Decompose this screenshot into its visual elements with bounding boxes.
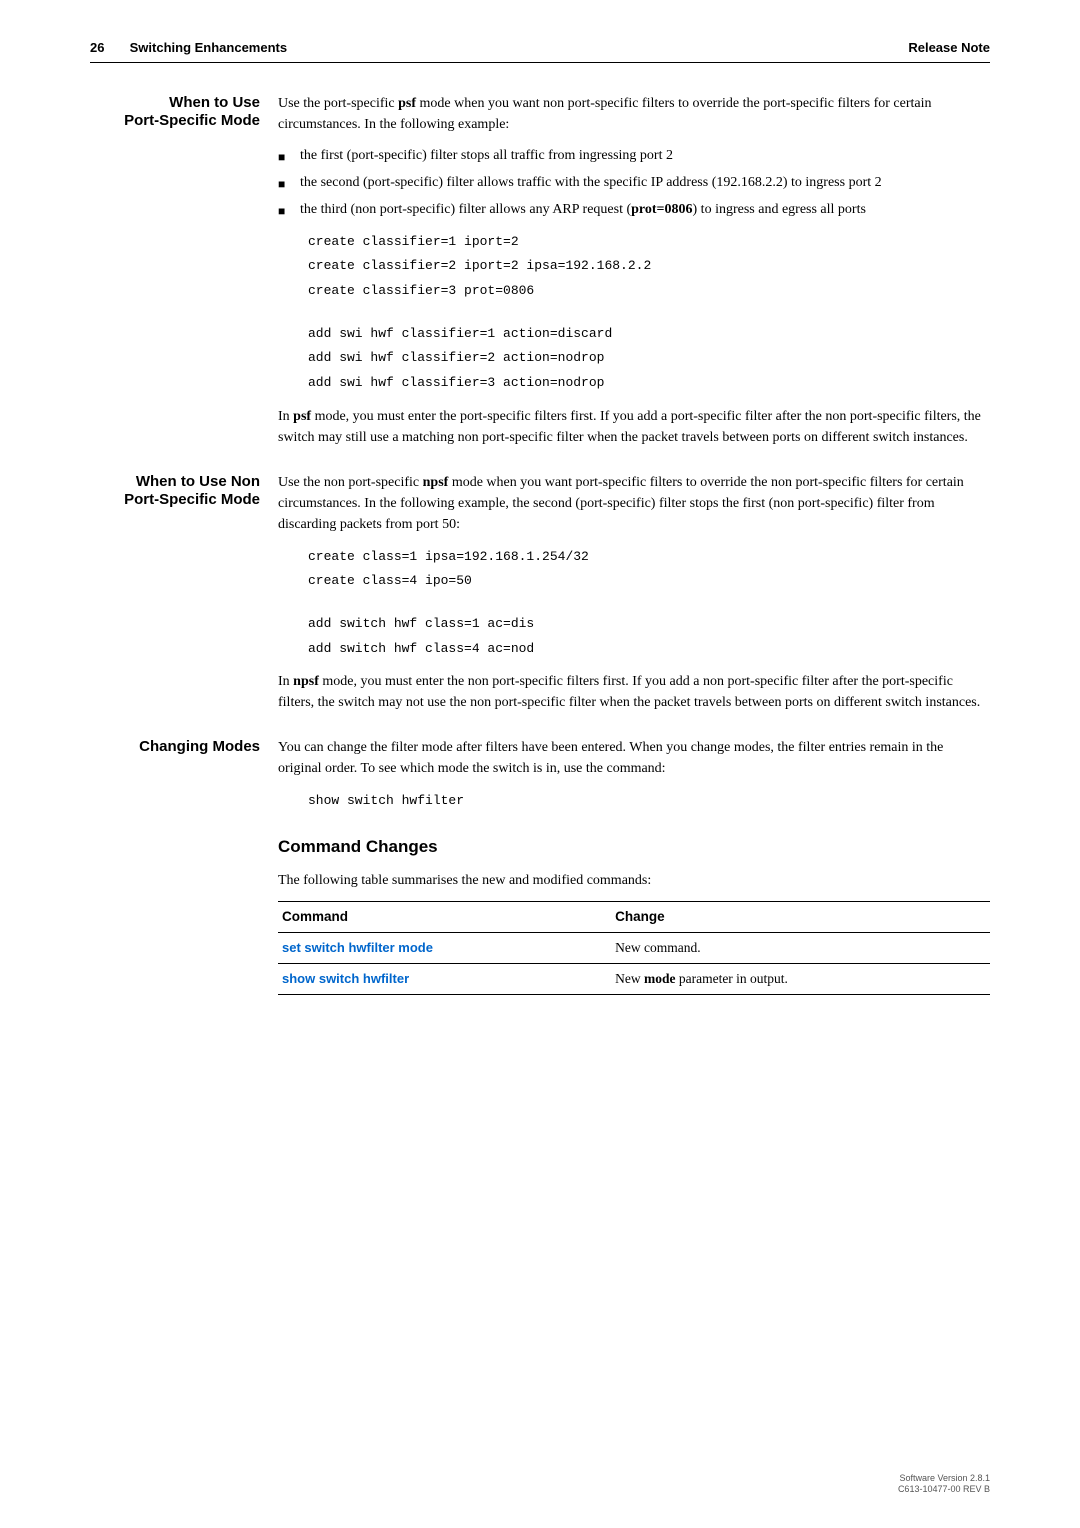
header-left: 26 Switching Enhancements <box>90 38 287 58</box>
footer-version: Software Version 2.8.1 <box>898 1473 990 1485</box>
code-block: create classifier=1 iport=2 create class… <box>308 230 990 396</box>
list-item: ■ the third (non port-specific) filter a… <box>278 199 990 220</box>
side-label: When to Use Port-Specific Mode <box>90 93 278 458</box>
page-number: 26 <box>90 38 126 58</box>
square-bullet-icon: ■ <box>278 145 300 166</box>
square-bullet-icon: ■ <box>278 172 300 193</box>
list-item: ■ the first (port-specific) filter stops… <box>278 145 990 166</box>
side-label: When to Use Non Port-Specific Mode <box>90 472 278 724</box>
code-block: create class=1 ipsa=192.168.1.254/32 cre… <box>308 545 990 662</box>
side-label: Changing Modes <box>90 737 278 995</box>
paragraph: Use the port-specific psf mode when you … <box>278 93 990 135</box>
command-link[interactable]: show switch hwfilter <box>278 964 611 995</box>
change-description: New mode parameter in output. <box>611 964 990 995</box>
paragraph: The following table summarises the new a… <box>278 870 990 891</box>
section-changing-modes: Changing Modes You can change the filter… <box>90 737 990 995</box>
table-row: set switch hwfilter mode New command. <box>278 932 990 963</box>
change-description: New command. <box>611 932 990 963</box>
section-when-to-use-psf: When to Use Port-Specific Mode Use the p… <box>90 93 990 458</box>
table-header-change: Change <box>611 901 990 932</box>
chapter-title: Switching Enhancements <box>130 40 287 55</box>
paragraph: You can change the filter mode after fil… <box>278 737 990 779</box>
code-block: show switch hwfilter <box>308 789 990 814</box>
command-changes-heading: Command Changes <box>278 834 990 860</box>
page-footer: Software Version 2.8.1 C613-10477-00 REV… <box>898 1473 990 1496</box>
bullet-list: ■ the first (port-specific) filter stops… <box>278 145 990 220</box>
table-header-command: Command <box>278 901 611 932</box>
paragraph: Use the non port-specific npsf mode when… <box>278 472 990 535</box>
body-column: You can change the filter mode after fil… <box>278 737 990 995</box>
footer-docid: C613-10477-00 REV B <box>898 1484 990 1496</box>
body-column: Use the non port-specific npsf mode when… <box>278 472 990 724</box>
list-item: ■ the second (port-specific) filter allo… <box>278 172 990 193</box>
section-when-to-use-npsf: When to Use Non Port-Specific Mode Use t… <box>90 472 990 724</box>
paragraph: In psf mode, you must enter the port-spe… <box>278 406 990 448</box>
page-header: 26 Switching Enhancements Release Note <box>90 38 990 63</box>
table-row: show switch hwfilter New mode parameter … <box>278 964 990 995</box>
command-link[interactable]: set switch hwfilter mode <box>278 932 611 963</box>
square-bullet-icon: ■ <box>278 199 300 220</box>
command-changes-table: Command Change set switch hwfilter mode … <box>278 901 990 996</box>
body-column: Use the port-specific psf mode when you … <box>278 93 990 458</box>
header-right: Release Note <box>908 38 990 58</box>
paragraph: In npsf mode, you must enter the non por… <box>278 671 990 713</box>
